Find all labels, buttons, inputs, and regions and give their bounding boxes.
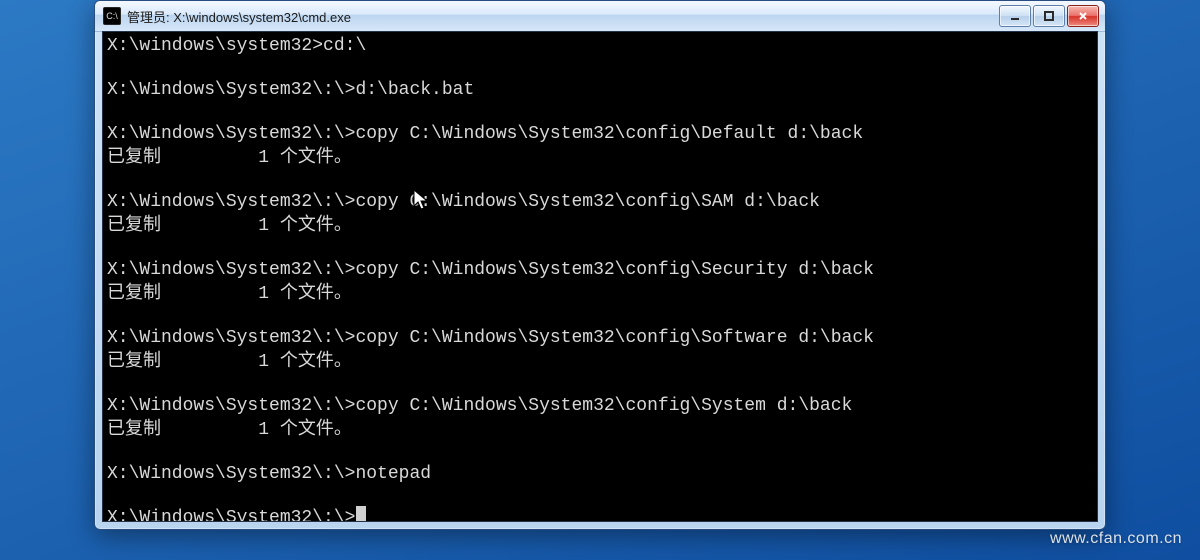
terminal-block: X:\Windows\System32\:\>copy C:\Windows\S…: [107, 326, 1091, 374]
terminal-block: X:\Windows\System32\:\>copy C:\Windows\S…: [107, 190, 1091, 238]
terminal-command: X:\Windows\System32\:\>d:\back.bat: [107, 78, 1091, 102]
terminal-prompt: X:\Windows\System32\:\>: [107, 506, 355, 522]
terminal-result: 已复制 1 个文件。: [107, 418, 1091, 442]
terminal-block: X:\Windows\System32\:\>copy C:\Windows\S…: [107, 394, 1091, 442]
cmd-window: C:\ 管理员: X:\windows\system32\cmd.exe X:\…: [94, 0, 1106, 530]
terminal-command: X:\Windows\System32\:\>copy C:\Windows\S…: [107, 122, 1091, 146]
terminal-result: 已复制 1 个文件。: [107, 282, 1091, 306]
terminal-client[interactable]: X:\windows\system32>cd:\ X:\Windows\Syste…: [102, 31, 1098, 522]
terminal-command: X:\Windows\System32\:\>copy C:\Windows\S…: [107, 258, 1091, 282]
terminal-command: X:\Windows\System32\:\>copy C:\Windows\S…: [107, 394, 1091, 418]
terminal-block: X:\Windows\System32\:\>copy C:\Windows\S…: [107, 122, 1091, 170]
terminal-command: X:\Windows\System32\:\>copy C:\Windows\S…: [107, 326, 1091, 350]
desktop: C:\ 管理员: X:\windows\system32\cmd.exe X:\…: [0, 0, 1200, 560]
terminal-cursor: [356, 506, 366, 522]
terminal-block: X:\Windows\System32\:\>notepad: [107, 462, 1091, 486]
terminal-command: X:\Windows\System32\:\>notepad: [107, 462, 1091, 486]
titlebar[interactable]: C:\ 管理员: X:\windows\system32\cmd.exe: [95, 1, 1105, 32]
watermark: www.cfan.com.cn: [1050, 530, 1182, 548]
minimize-button[interactable]: [999, 5, 1031, 27]
terminal-prompt-line[interactable]: X:\Windows\System32\:\>: [107, 506, 1091, 522]
terminal-block: X:\windows\system32>cd:\: [107, 34, 1091, 58]
close-button[interactable]: [1067, 5, 1099, 27]
terminal-result: 已复制 1 个文件。: [107, 350, 1091, 374]
terminal-block: X:\Windows\System32\:\>copy C:\Windows\S…: [107, 258, 1091, 306]
cmd-icon: C:\: [103, 7, 121, 25]
window-title: 管理员: X:\windows\system32\cmd.exe: [127, 7, 351, 26]
terminal-block: X:\Windows\System32\:\>d:\back.bat: [107, 78, 1091, 102]
window-buttons: [999, 5, 1099, 27]
terminal-command: X:\Windows\System32\:\>copy C:\Windows\S…: [107, 190, 1091, 214]
terminal-command: X:\windows\system32>cd:\: [107, 34, 1091, 58]
maximize-button[interactable]: [1033, 5, 1065, 27]
terminal-result: 已复制 1 个文件。: [107, 214, 1091, 238]
terminal-result: 已复制 1 个文件。: [107, 146, 1091, 170]
terminal-output: X:\windows\system32>cd:\ X:\Windows\Syste…: [103, 32, 1097, 522]
